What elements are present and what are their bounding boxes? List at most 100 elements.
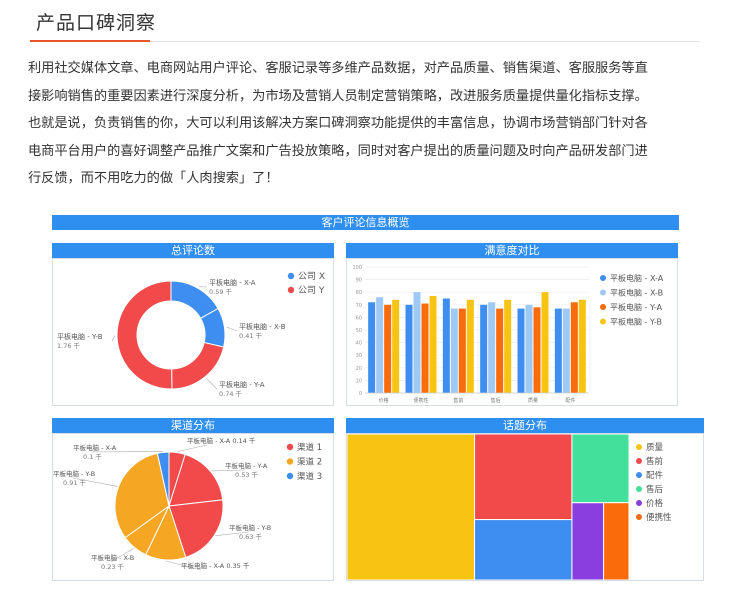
y-tick-label: 10 xyxy=(356,378,362,384)
legend-swatch xyxy=(636,458,642,464)
bar xyxy=(525,304,533,393)
legend-label: 配件 xyxy=(646,470,664,481)
y-tick-label: 20 xyxy=(356,366,362,372)
panel-satisfaction: 0 10 20 30 40 50 60 70 80 90 100 价格 便携性 售前 售后 质量 配件 平板电脑 … xyxy=(346,258,678,406)
treemap-tile xyxy=(346,433,476,581)
y-tick-label: 40 xyxy=(356,341,362,347)
title-rule xyxy=(150,41,700,42)
slice-label: 平板电脑 - X-B xyxy=(239,322,286,331)
bar xyxy=(429,295,437,393)
donut-slice xyxy=(171,341,225,390)
slice-label: 平板电脑 - Y-B xyxy=(229,523,271,532)
legend-label: 平板电脑 - X-A xyxy=(610,273,664,283)
bar xyxy=(413,292,421,393)
bar xyxy=(504,299,512,393)
legend-swatch xyxy=(600,318,606,325)
slice-label: 平板电脑 - Y-B xyxy=(53,469,95,478)
slice-value-label: 0.74 千 xyxy=(219,389,243,398)
slice-label: 平板电脑 - X-A 0.35 千 xyxy=(181,561,250,570)
legend-swatch xyxy=(636,514,642,520)
panel-title-topics: 话题分布 xyxy=(346,418,704,433)
bar xyxy=(480,304,488,393)
title-underline xyxy=(30,40,150,42)
legend-label: 公司 Y xyxy=(298,285,325,296)
bar xyxy=(376,297,384,393)
y-tick-label: 30 xyxy=(356,353,362,359)
dashboard-title: 客户评论信息概览 xyxy=(52,215,679,230)
bar xyxy=(450,308,458,393)
bar xyxy=(562,308,570,393)
legend-swatch xyxy=(600,275,606,281)
slice-label: 平板电脑 - Y-B xyxy=(57,332,103,341)
treemap-chart: 质量售前配件售后价格便携性 xyxy=(346,433,672,581)
legend-label: 便携性 xyxy=(646,512,672,523)
slice-value-label: 0.53 千 xyxy=(235,470,259,479)
bar xyxy=(570,302,578,393)
y-tick-label: 100 xyxy=(352,265,362,271)
treemap-tile xyxy=(571,502,605,581)
intro-paragraph: 利用社交媒体文章、电商网站用户评论、客服记录等多维产品数据，对产品质量、销售渠道… xyxy=(28,55,700,193)
slice-value-label: 0.23 千 xyxy=(101,562,125,571)
x-tick-label: 配件 xyxy=(565,397,575,404)
legend-swatch xyxy=(636,444,642,450)
legend-label: 质量 xyxy=(646,442,664,453)
treemap-tile xyxy=(603,502,630,581)
bar xyxy=(517,308,525,393)
slice-value-label: 0.59 千 xyxy=(209,287,233,296)
slice-label: 平板电脑 - X-A xyxy=(209,278,256,287)
page-title: 产品口碑洞察 xyxy=(36,12,157,34)
bar-chart: 0 10 20 30 40 50 60 70 80 90 100 价格 便携性 售前 售后 质量 配件 平板电脑 … xyxy=(352,265,664,404)
bar xyxy=(368,302,376,393)
slice-value-label: 0.63 千 xyxy=(239,532,263,541)
donut-chart: 平板电脑 - X-A0.59 千平板电脑 - X-B0.41 千 平板电脑 - Y… xyxy=(57,271,325,398)
bar xyxy=(442,298,450,393)
x-tick-label: 售后 xyxy=(491,397,501,404)
legend-label: 公司 X xyxy=(298,271,325,282)
bar xyxy=(541,292,549,393)
legend-label: 平板电脑 - X-B xyxy=(610,288,663,298)
intro-line: 也就是说，负责销售的你，大可以利用该解决方案口碑洞察功能提供的丰富信息，协调市场… xyxy=(28,116,648,132)
legend-swatch xyxy=(636,472,642,478)
y-tick-label: 80 xyxy=(356,290,362,296)
panel-title-total-comments: 总评论数 xyxy=(52,243,334,258)
panel-title-satisfaction: 满意度对比 xyxy=(346,243,678,258)
y-tick-label: 60 xyxy=(356,315,362,321)
legend-label: 平板电脑 - Y-B xyxy=(610,317,662,327)
bar xyxy=(578,299,586,393)
bar xyxy=(384,304,392,393)
legend-label: 售前 xyxy=(646,456,664,467)
slice-label: 平板电脑 - X-B xyxy=(91,553,134,562)
dashboard: 客户评论信息概览 总评论数 平板电脑 - X-A 0.59 千平板电脑 - X-B… xyxy=(50,213,704,583)
y-tick-label: 0 xyxy=(359,391,362,397)
bar xyxy=(466,299,474,393)
x-tick-label: 便携性 xyxy=(413,397,428,404)
treemap-tile xyxy=(474,519,573,581)
legend-swatch xyxy=(600,289,606,296)
intro-line: 电商平台用户的喜好调整产品推广文案和广告投放策略，同时对客户提出的质量问题及时向… xyxy=(28,143,648,159)
legend-swatch xyxy=(636,486,642,492)
legend-label: 渠道 2 xyxy=(297,457,322,468)
legend-swatch xyxy=(286,458,294,465)
legend-swatch xyxy=(636,500,642,506)
x-tick-label: 售前 xyxy=(453,397,463,404)
panel-total-comments: 平板电脑 - X-A 0.59 千平板电脑 - X-B 0.41 千 平板电脑 - Y… xyxy=(52,258,334,406)
treemap-tile xyxy=(571,433,630,504)
legend-swatch xyxy=(287,272,295,280)
legend-label: 渠道 1 xyxy=(297,442,322,453)
y-tick-label: 50 xyxy=(356,328,362,334)
panel-title-channels: 渠道分布 xyxy=(52,418,334,433)
leader-line xyxy=(226,326,238,332)
slice-value-label: 1.76 千 xyxy=(57,341,81,350)
slice-value-label: 0.91 千 xyxy=(63,478,87,487)
legend-swatch xyxy=(286,472,294,480)
slice-value-label: 0.41 千 xyxy=(239,331,263,340)
bar xyxy=(488,302,496,393)
treemap-tile xyxy=(474,433,573,521)
slice-label: 平板电脑 - X-A 0.14 千 xyxy=(187,436,256,445)
intro-line: 行反馈，而不用吃力的做「人肉搜索」了！ xyxy=(28,171,279,187)
bar xyxy=(458,308,466,393)
legend-swatch xyxy=(600,304,606,310)
bar xyxy=(421,303,429,393)
legend-label: 价格 xyxy=(646,498,664,509)
bar xyxy=(533,307,541,393)
